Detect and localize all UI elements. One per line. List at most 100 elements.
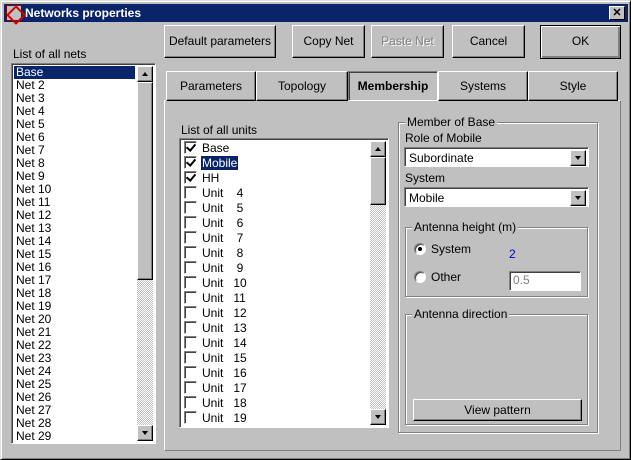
unit-checkbox[interactable] (184, 156, 197, 169)
unit-label: Unit 8 (202, 246, 244, 260)
unit-checkbox[interactable] (184, 171, 197, 184)
unit-label: Unit 14 (202, 336, 247, 350)
other-radio-label: Other (431, 270, 462, 284)
unit-checkbox[interactable] (184, 276, 197, 289)
unit-list-item[interactable]: Unit 4 (182, 186, 368, 201)
unit-checkbox[interactable] (184, 336, 197, 349)
ok-button[interactable]: OK (540, 25, 621, 59)
units-list-items: Base Mobile HH Unit 4 Unit 5 Unit 6 Unit 7 Unit… (182, 141, 368, 425)
unit-list-item[interactable]: Unit 7 (182, 231, 368, 246)
unit-list-item[interactable]: Unit 10 (182, 276, 368, 291)
unit-checkbox[interactable] (184, 351, 197, 364)
system-select[interactable]: Mobile (404, 187, 589, 207)
nets-list-items: Base Net 2 Net 3 Net 4 Net 5 Net 6 Net 7 Net 8N… (14, 66, 135, 441)
system-radio[interactable] (414, 243, 426, 255)
unit-list-item[interactable]: Unit 18 (182, 396, 368, 411)
scroll-thumb[interactable] (137, 82, 153, 280)
copy-net-button[interactable]: Copy Net (292, 25, 365, 58)
unit-label: Unit 19 (202, 411, 247, 425)
other-height-input[interactable]: 0.5 (509, 271, 581, 291)
units-listbox[interactable]: Base Mobile HH Unit 4 Unit 5 Unit 6 Unit 7 Unit… (179, 138, 389, 428)
unit-list-item[interactable]: Mobile (182, 155, 368, 171)
scroll-up-icon[interactable] (370, 141, 386, 157)
unit-list-item[interactable]: Unit 14 (182, 336, 368, 351)
system-value: Mobile (409, 191, 445, 205)
system-label: System (405, 171, 446, 185)
unit-checkbox[interactable] (184, 321, 197, 334)
window-title: Networks properties (25, 6, 142, 20)
unit-checkbox[interactable] (184, 261, 197, 274)
unit-list-item[interactable]: Unit 5 (182, 201, 368, 216)
unit-label: Unit 15 (202, 351, 247, 365)
view-pattern-button[interactable]: View pattern (413, 399, 582, 421)
unit-list-item[interactable]: Unit 16 (182, 366, 368, 381)
unit-label: Unit 6 (202, 216, 244, 230)
unit-list-item[interactable]: Unit 11 (182, 291, 368, 306)
unit-list-item[interactable]: Unit 17 (182, 381, 368, 396)
unit-checkbox[interactable] (184, 411, 197, 424)
unit-list-item[interactable]: Unit 12 (182, 306, 368, 321)
unit-list-item[interactable]: Unit 15 (182, 351, 368, 366)
nets-scrollbar[interactable] (137, 66, 153, 441)
unit-label: Unit 12 (202, 306, 247, 320)
other-radio[interactable] (414, 271, 426, 283)
unit-label: Mobile (199, 155, 240, 171)
units-list-label: List of all units (181, 123, 258, 137)
unit-checkbox[interactable] (184, 216, 197, 229)
unit-label: Unit 5 (202, 201, 244, 215)
unit-label: Base (202, 141, 230, 155)
tab-style[interactable]: Style (528, 71, 618, 101)
chevron-down-icon[interactable] (570, 190, 586, 206)
unit-label: Unit 4 (202, 186, 244, 200)
unit-label: Unit 9 (202, 261, 244, 275)
unit-list-item[interactable]: Unit 9 (182, 261, 368, 276)
networks-properties-window: Networks properties ✕ Default parameters… (0, 0, 631, 460)
unit-checkbox[interactable] (184, 141, 197, 154)
net-list-item[interactable]: Net 29 (14, 430, 135, 442)
unit-checkbox[interactable] (184, 396, 197, 409)
nets-listbox[interactable]: Base Net 2 Net 3 Net 4 Net 5 Net 6 Net 7 Net 8N… (11, 63, 156, 444)
unit-checkbox[interactable] (184, 291, 197, 304)
app-icon (6, 5, 22, 21)
tab-topology[interactable]: Topology (256, 71, 348, 101)
unit-checkbox[interactable] (184, 246, 197, 259)
role-select[interactable]: Subordinate (404, 147, 589, 167)
scroll-down-icon[interactable] (137, 425, 153, 441)
scroll-down-icon[interactable] (370, 409, 386, 425)
unit-list-item[interactable]: Unit 8 (182, 246, 368, 261)
tab-parameters[interactable]: Parameters (166, 71, 256, 101)
cancel-button[interactable]: Cancel (452, 25, 525, 58)
unit-checkbox[interactable] (184, 186, 197, 199)
unit-checkbox[interactable] (184, 306, 197, 319)
unit-label: Unit 16 (202, 366, 247, 380)
paste-net-button[interactable]: Paste Net (371, 25, 444, 58)
unit-label: Unit 18 (202, 396, 247, 410)
default-parameters-button[interactable]: Default parameters (164, 25, 276, 58)
unit-list-item[interactable]: Unit 6 (182, 216, 368, 231)
tab-membership[interactable]: Membership (348, 71, 438, 101)
unit-list-item[interactable]: HH (182, 171, 368, 186)
unit-label: Unit 17 (202, 381, 247, 395)
unit-label: Unit 7 (202, 231, 244, 245)
unit-label: Unit 11 (202, 291, 246, 305)
antenna-direction-title: Antenna direction (412, 307, 510, 321)
close-icon[interactable]: ✕ (609, 6, 625, 20)
unit-list-item[interactable]: Unit 19 (182, 411, 368, 425)
unit-list-item[interactable]: Unit 13 (182, 321, 368, 336)
role-label: Role of Mobile (405, 131, 482, 145)
units-scrollbar[interactable] (370, 141, 386, 425)
antenna-height-title: Antenna height (m) (412, 220, 519, 234)
tab-systems[interactable]: Systems (438, 71, 528, 101)
system-height-value: 2 (509, 247, 516, 261)
role-value: Subordinate (409, 151, 474, 165)
scroll-thumb[interactable] (370, 157, 386, 205)
chevron-down-icon[interactable] (570, 150, 586, 166)
unit-checkbox[interactable] (184, 366, 197, 379)
member-group-title: Member of Base (405, 115, 498, 129)
unit-checkbox[interactable] (184, 231, 197, 244)
unit-checkbox[interactable] (184, 381, 197, 394)
unit-list-item[interactable]: Base (182, 141, 368, 156)
scroll-up-icon[interactable] (137, 66, 153, 82)
unit-label: HH (202, 171, 220, 185)
unit-checkbox[interactable] (184, 201, 197, 214)
